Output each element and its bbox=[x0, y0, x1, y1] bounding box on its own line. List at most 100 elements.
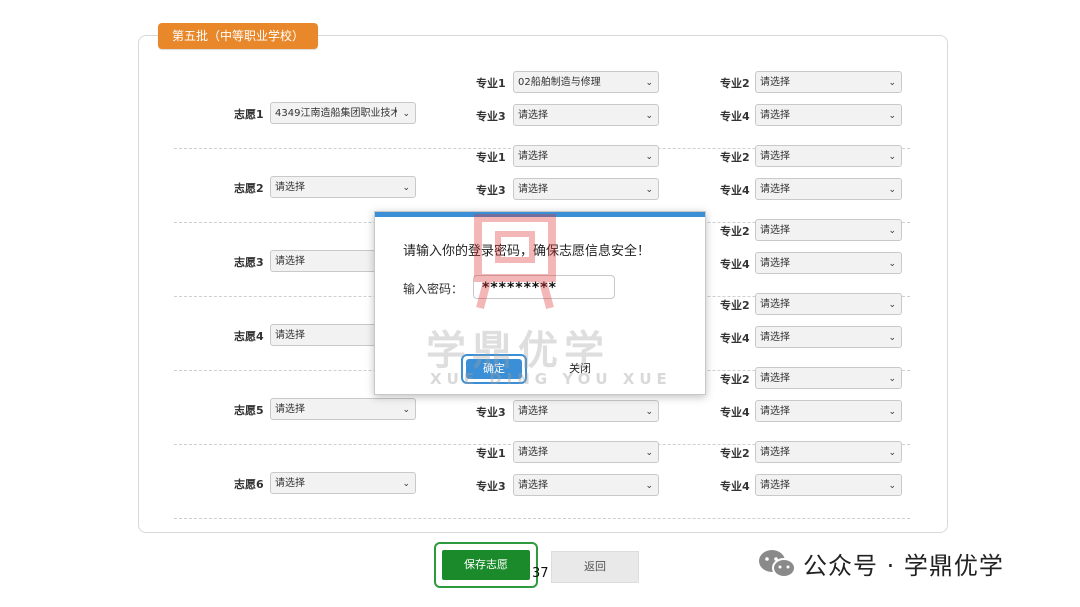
watermark-logo-icon bbox=[474, 214, 556, 310]
brand-text: 公众号 · 学鼎优学 bbox=[803, 552, 1004, 580]
school-select[interactable]: 4349江南造船集团职业技术学 ⌄ bbox=[270, 102, 416, 124]
school-select-value: 请选择 bbox=[275, 330, 305, 341]
major2-select[interactable]: 请选择 ⌄ bbox=[755, 219, 902, 241]
major4-label: 专业4 bbox=[720, 406, 750, 419]
major2-select-value: 请选择 bbox=[760, 151, 790, 162]
major1-select-value: 请选择 bbox=[518, 151, 548, 162]
major2-select-value: 请选择 bbox=[760, 77, 790, 88]
major4-label: 专业4 bbox=[720, 258, 750, 271]
major1-label: 专业1 bbox=[476, 447, 506, 460]
chevron-down-icon: ⌄ bbox=[888, 481, 896, 491]
major4-select-value: 请选择 bbox=[760, 332, 790, 343]
major1-select-value: 02船舶制造与修理 bbox=[518, 77, 601, 88]
major4-select-value: 请选择 bbox=[760, 258, 790, 269]
major2-select[interactable]: 请选择 ⌄ bbox=[755, 441, 902, 463]
choice-row: 志愿6 请选择 ⌄ 专业1 请选择 ⌄ 专业3 请选择 ⌄ 专业2 请选择 ⌄ 专业4 请选择 ⌄ bbox=[174, 441, 910, 519]
major2-label: 专业2 bbox=[720, 151, 750, 164]
major1-select-value: 请选择 bbox=[518, 447, 548, 458]
chevron-down-icon: ⌄ bbox=[888, 185, 896, 195]
chevron-down-icon: ⌄ bbox=[402, 405, 410, 415]
major3-select-value: 请选择 bbox=[518, 480, 548, 491]
chevron-down-icon: ⌄ bbox=[645, 111, 653, 121]
choice-label: 志愿3 bbox=[234, 256, 264, 269]
school-select-value: 请选择 bbox=[275, 478, 305, 489]
major1-label: 专业1 bbox=[476, 77, 506, 90]
major1-select[interactable]: 请选择 ⌄ bbox=[513, 441, 659, 463]
back-button[interactable]: 返回 bbox=[551, 551, 639, 583]
major3-select[interactable]: 请选择 ⌄ bbox=[513, 104, 659, 126]
major3-select[interactable]: 请选择 ⌄ bbox=[513, 400, 659, 422]
school-select[interactable]: 请选择 ⌄ bbox=[270, 176, 416, 198]
major3-label: 专业3 bbox=[476, 480, 506, 493]
major4-label: 专业4 bbox=[720, 480, 750, 493]
chevron-down-icon: ⌄ bbox=[645, 152, 653, 162]
save-button[interactable]: 保存志愿 bbox=[434, 542, 538, 588]
watermark-text-en: XUE DING YOU XUE bbox=[430, 370, 672, 388]
major2-select-value: 请选择 bbox=[760, 373, 790, 384]
major2-label: 专业2 bbox=[720, 77, 750, 90]
page-number: 37 bbox=[532, 566, 549, 581]
major2-label: 专业2 bbox=[720, 299, 750, 312]
watermark-text: 学鼎优学 bbox=[426, 328, 610, 374]
major1-label: 专业1 bbox=[476, 151, 506, 164]
major2-select-value: 请选择 bbox=[760, 299, 790, 310]
school-select[interactable]: 请选择 ⌄ bbox=[270, 398, 416, 420]
major2-label: 专业2 bbox=[720, 373, 750, 386]
major3-label: 专业3 bbox=[476, 110, 506, 123]
major1-select[interactable]: 02船舶制造与修理 ⌄ bbox=[513, 71, 659, 93]
major4-select[interactable]: 请选择 ⌄ bbox=[755, 474, 902, 496]
major4-select-value: 请选择 bbox=[760, 406, 790, 417]
chevron-down-icon: ⌄ bbox=[888, 111, 896, 121]
major3-select[interactable]: 请选择 ⌄ bbox=[513, 474, 659, 496]
major4-select[interactable]: 请选择 ⌄ bbox=[755, 326, 902, 348]
chevron-down-icon: ⌄ bbox=[645, 407, 653, 417]
chevron-down-icon: ⌄ bbox=[645, 481, 653, 491]
major4-label: 专业4 bbox=[720, 110, 750, 123]
major4-select[interactable]: 请选择 ⌄ bbox=[755, 178, 902, 200]
major4-label: 专业4 bbox=[720, 184, 750, 197]
wechat-icon bbox=[759, 549, 796, 578]
school-select-value: 请选择 bbox=[275, 182, 305, 193]
chevron-down-icon: ⌄ bbox=[645, 185, 653, 195]
major3-label: 专业3 bbox=[476, 184, 506, 197]
chevron-down-icon: ⌄ bbox=[888, 374, 896, 384]
major4-select[interactable]: 请选择 ⌄ bbox=[755, 400, 902, 422]
choice-label: 志愿4 bbox=[234, 330, 264, 343]
wechat-brand: 公众号 · 学鼎优学 bbox=[757, 546, 1004, 581]
major3-label: 专业3 bbox=[476, 406, 506, 419]
chevron-down-icon: ⌄ bbox=[888, 300, 896, 310]
chevron-down-icon: ⌄ bbox=[888, 407, 896, 417]
major2-select[interactable]: 请选择 ⌄ bbox=[755, 145, 902, 167]
school-select-value: 请选择 bbox=[275, 404, 305, 415]
major2-select-value: 请选择 bbox=[760, 447, 790, 458]
major3-select[interactable]: 请选择 ⌄ bbox=[513, 178, 659, 200]
choice-label: 志愿6 bbox=[234, 478, 264, 491]
chevron-down-icon: ⌄ bbox=[888, 448, 896, 458]
major1-select[interactable]: 请选择 ⌄ bbox=[513, 145, 659, 167]
chevron-down-icon: ⌄ bbox=[888, 333, 896, 343]
choice-label: 志愿5 bbox=[234, 404, 264, 417]
major4-select-value: 请选择 bbox=[760, 480, 790, 491]
major3-select-value: 请选择 bbox=[518, 406, 548, 417]
choice-label: 志愿1 bbox=[234, 108, 264, 121]
batch-tab[interactable]: 第五批（中等职业学校） bbox=[158, 23, 318, 49]
major2-label: 专业2 bbox=[720, 225, 750, 238]
save-button-label: 保存志愿 bbox=[442, 550, 530, 580]
chevron-down-icon: ⌄ bbox=[402, 109, 410, 119]
major2-select-value: 请选择 bbox=[760, 225, 790, 236]
major2-select[interactable]: 请选择 ⌄ bbox=[755, 367, 902, 389]
chevron-down-icon: ⌄ bbox=[645, 78, 653, 88]
major2-label: 专业2 bbox=[720, 447, 750, 460]
major2-select[interactable]: 请选择 ⌄ bbox=[755, 71, 902, 93]
chevron-down-icon: ⌄ bbox=[645, 448, 653, 458]
major2-select[interactable]: 请选择 ⌄ bbox=[755, 293, 902, 315]
major4-label: 专业4 bbox=[720, 332, 750, 345]
chevron-down-icon: ⌄ bbox=[888, 259, 896, 269]
chevron-down-icon: ⌄ bbox=[402, 183, 410, 193]
major4-select[interactable]: 请选择 ⌄ bbox=[755, 252, 902, 274]
major4-select[interactable]: 请选择 ⌄ bbox=[755, 104, 902, 126]
major3-select-value: 请选择 bbox=[518, 184, 548, 195]
major4-select-value: 请选择 bbox=[760, 184, 790, 195]
school-select[interactable]: 请选择 ⌄ bbox=[270, 472, 416, 494]
major4-select-value: 请选择 bbox=[760, 110, 790, 121]
